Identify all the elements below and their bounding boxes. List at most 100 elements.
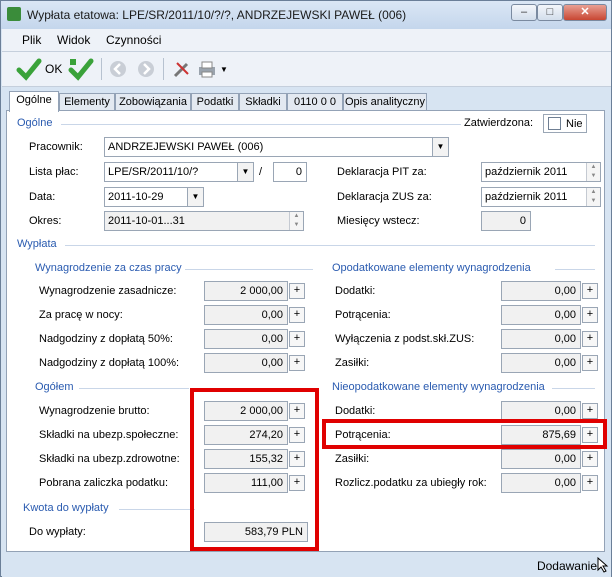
opodatkowane-title: Opodatkowane elementy wynagrodzenia [332,262,531,274]
opod-wylaczenia-value[interactable]: 0,00 [501,329,581,349]
zatwierdzona-checkbox[interactable] [548,117,561,130]
section-wyplata: Wypłata [17,238,57,250]
opod-zasilki-value[interactable]: 0,00 [501,353,581,373]
maximize-button[interactable]: □ [537,4,563,21]
nieopod-zasilki-value[interactable]: 0,00 [501,449,581,469]
data-date-picker[interactable]: 2011-10-29 ▼ [104,187,204,207]
menu-czynnosci[interactable]: Czynności [106,33,161,47]
zus-spinner[interactable]: ▲ ▼ [586,188,600,206]
row-label: Dodatki: [335,285,376,297]
title-bar[interactable]: Wypłata etatowa: LPE/SR/2011/10/?/?, AND… [1,1,611,29]
plus-icon[interactable]: + [582,355,598,371]
data-label: Data: [29,191,56,203]
dropdown-arrow-icon[interactable]: ▼ [220,65,228,74]
plus-icon[interactable]: + [582,307,598,323]
tab-0110[interactable]: 0110 0 0 [287,93,343,110]
nieopod-dodatki-value[interactable]: 0,00 [501,401,581,421]
minimize-button[interactable]: ‒ [511,4,537,21]
print-button[interactable]: ▼ [197,57,228,81]
lista-number-input[interactable]: 0 [273,162,307,182]
tools-button[interactable] [172,57,192,81]
zatwierdzona-checkbox-field[interactable]: Nie [543,114,587,133]
pracownik-select[interactable]: ANDRZEJEWSKI PAWEŁ (006) ▼ [104,137,449,157]
miesiecy-label: Miesięcy wstecz: [337,215,420,227]
window-title: Wypłata etatowa: LPE/SR/2011/10/?/?, AND… [27,8,407,22]
section-divider [79,388,189,389]
section-divider [552,388,595,389]
row-label: Zasiłki: [335,453,370,465]
zus-label: Deklaracja ZUS za: [337,191,432,203]
arrow-right-icon [138,61,154,77]
arrow-left-icon [110,61,126,77]
tab-opis-analityczny[interactable]: Opis analityczny [343,93,427,110]
save-new-button[interactable] [68,57,94,81]
miesiecy-field[interactable]: 0 [481,211,531,231]
plus-icon[interactable]: + [289,331,305,347]
plus-icon[interactable]: + [582,475,598,491]
row-label: Wyłączenia z podst.skł.ZUS: [335,333,475,345]
row-label: Nadgodziny z dopłatą 100%: [39,357,180,369]
next-button[interactable] [137,57,155,81]
row-label: Składki na ubezp.zdrowotne: [39,453,180,465]
wynagrodzenie-zasadnicze-value[interactable]: 2 000,00 [204,281,288,301]
data-value: 2011-10-29 [108,191,164,203]
chevron-down-icon[interactable]: ▼ [187,188,203,206]
section-divider [65,245,595,246]
window: Wypłata etatowa: LPE/SR/2011/10/?/?, AND… [0,0,612,577]
plus-icon[interactable]: + [289,355,305,371]
status-bar: Dodawanie [2,553,611,577]
menu-widok[interactable]: Widok [57,33,90,47]
row-label: Pobrana zaliczka podatku: [39,477,169,489]
lista-select[interactable]: LPE/SR/2011/10/? ▼ [104,162,254,182]
nadgodziny-50-value[interactable]: 0,00 [204,329,288,349]
plus-icon[interactable]: + [582,331,598,347]
plus-icon[interactable]: + [582,403,598,419]
plus-icon[interactable]: + [582,283,598,299]
okres-spinner[interactable]: ▲ ▼ [289,212,303,230]
praca-w-nocy-value[interactable]: 0,00 [204,305,288,325]
lista-label: Lista płac: [29,166,79,178]
pit-spinner[interactable]: ▲ ▼ [586,163,600,181]
section-divider [61,124,461,125]
ok-button[interactable]: OK [16,57,62,81]
pracownik-label: Pracownik: [29,141,83,153]
plus-icon[interactable]: + [289,307,305,323]
plus-icon[interactable]: + [289,283,305,299]
row-label: Nadgodziny z dopłatą 50%: [39,333,173,345]
rozlicz-podatku-value[interactable]: 0,00 [501,473,581,493]
zus-value: październik 2011 [485,191,568,203]
lista-value: LPE/SR/2011/10/? [108,166,199,178]
tab-podatki[interactable]: Podatki [191,93,239,110]
okres-field[interactable]: 2011-10-01...31 ▲ ▼ [104,211,304,231]
row-label: Dodatki: [335,405,376,417]
plus-icon[interactable]: + [582,451,598,467]
tab-ogolne[interactable]: Ogólne [9,91,59,112]
ogolem-title: Ogółem [35,381,74,393]
highlight-box-potracenia [322,419,607,449]
pit-label: Deklaracja PIT za: [337,166,427,178]
section-divider [185,269,313,270]
app-icon [7,7,21,21]
opod-dodatki-value[interactable]: 0,00 [501,281,581,301]
pit-field[interactable]: październik 2011 ▲ ▼ [481,162,601,182]
checkmark-icon [16,58,42,81]
do-wyplaty-label: Do wypłaty: [29,526,86,538]
previous-button[interactable] [109,57,127,81]
chevron-down-icon[interactable]: ▼ [237,163,253,181]
pit-value: październik 2011 [485,166,568,178]
tab-elementy[interactable]: Elementy [59,93,115,110]
chevron-down-icon[interactable]: ▼ [432,138,448,156]
section-divider [555,269,595,270]
zus-field[interactable]: październik 2011 ▲ ▼ [481,187,601,207]
close-button[interactable]: ✕ [563,4,607,21]
nadgodziny-100-value[interactable]: 0,00 [204,353,288,373]
zatwierdzona-value: Nie [566,118,583,130]
row-label: Zasiłki: [335,357,370,369]
menu-plik[interactable]: Plik [22,33,41,47]
tab-zobowiazania[interactable]: Zobowiązania [115,93,191,110]
tab-skladki[interactable]: Składki [239,93,287,110]
row-label: Rozlicz.podatku za ubiegły rok: [335,477,487,489]
row-label: Potrącenia: [335,309,391,321]
zatwierdzona-label: Zatwierdzona: [464,117,534,129]
opod-potracenia-value[interactable]: 0,00 [501,305,581,325]
